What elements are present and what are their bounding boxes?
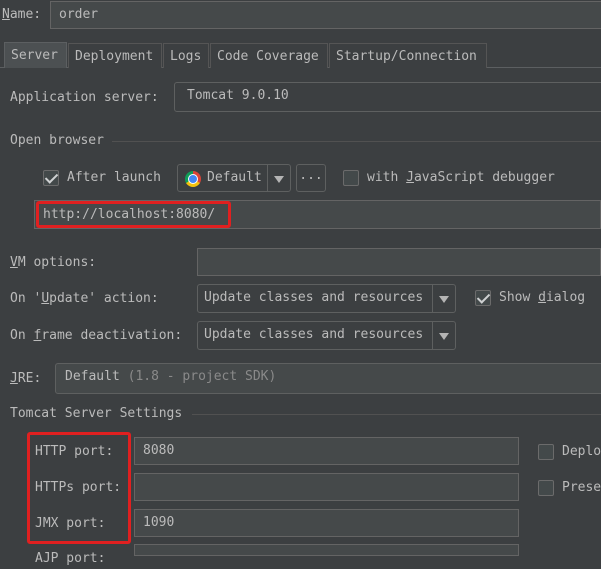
jmx-port-input[interactable]: 1090 (134, 509, 519, 537)
open-browser-separator (112, 141, 601, 142)
app-server-label: Application server: (10, 90, 159, 105)
ajp-port-label: AJP port: (35, 551, 106, 566)
tab-server[interactable]: Server (4, 42, 67, 68)
vm-options-label: VM options: (10, 255, 97, 270)
tab-logs[interactable]: Logs (163, 43, 209, 68)
tomcat-settings-section-title: Tomcat Server Settings (10, 406, 183, 421)
deploy-label: Deplo (562, 444, 601, 459)
jre-combo[interactable]: Default (1.8 - project SDK) (55, 363, 601, 394)
jre-value: Default (65, 369, 120, 384)
preserve-label: Prese (562, 480, 601, 495)
after-launch-checkbox[interactable] (43, 170, 59, 186)
name-input[interactable]: order (50, 1, 601, 29)
tab-startup-connection[interactable]: Startup/Connection (329, 43, 487, 68)
deploy-checkbox[interactable] (538, 444, 554, 460)
jre-label: JRE: (10, 371, 42, 386)
on-update-value: Update classes and resources (204, 290, 424, 305)
app-server-combo[interactable]: Tomcat 9.0.10 (174, 82, 601, 112)
ajp-port-input[interactable] (134, 544, 519, 556)
show-dialog-label: Show dialog (499, 290, 586, 305)
on-update-combo[interactable]: Update classes and resources (197, 284, 456, 313)
tomcat-settings-separator (192, 414, 601, 415)
on-frame-combo[interactable]: Update classes and resources (197, 321, 456, 350)
vm-options-input[interactable] (197, 248, 601, 276)
js-debugger-checkbox[interactable] (343, 170, 359, 186)
js-debugger-label: with JavaScript debugger (367, 170, 555, 185)
name-label: Name: (2, 7, 42, 22)
on-frame-label: On frame deactivation: (10, 328, 183, 343)
open-browser-section-title: Open browser (10, 133, 104, 148)
on-frame-value: Update classes and resources (204, 327, 424, 342)
show-dialog-checkbox[interactable] (475, 290, 491, 306)
chrome-icon (185, 171, 201, 187)
chevron-down-icon (432, 285, 455, 312)
browser-combo[interactable]: Default (177, 164, 291, 192)
chevron-down-icon (432, 322, 455, 349)
chevron-down-icon (267, 165, 290, 191)
preserve-checkbox[interactable] (538, 480, 554, 496)
tab-code-coverage[interactable]: Code Coverage (210, 43, 328, 68)
jre-hint: (1.8 - project SDK) (127, 369, 277, 384)
http-port-input[interactable]: 8080 (134, 437, 519, 465)
https-port-input[interactable] (134, 473, 519, 501)
url-highlight-box (36, 201, 231, 228)
after-launch-label: After launch (67, 170, 161, 185)
ports-highlight-box (27, 432, 131, 544)
browser-more-button[interactable]: ... (296, 164, 326, 192)
app-server-value: Tomcat 9.0.10 (187, 88, 289, 103)
tab-deployment[interactable]: Deployment (68, 43, 162, 68)
on-update-label: On 'Update' action: (10, 291, 159, 306)
